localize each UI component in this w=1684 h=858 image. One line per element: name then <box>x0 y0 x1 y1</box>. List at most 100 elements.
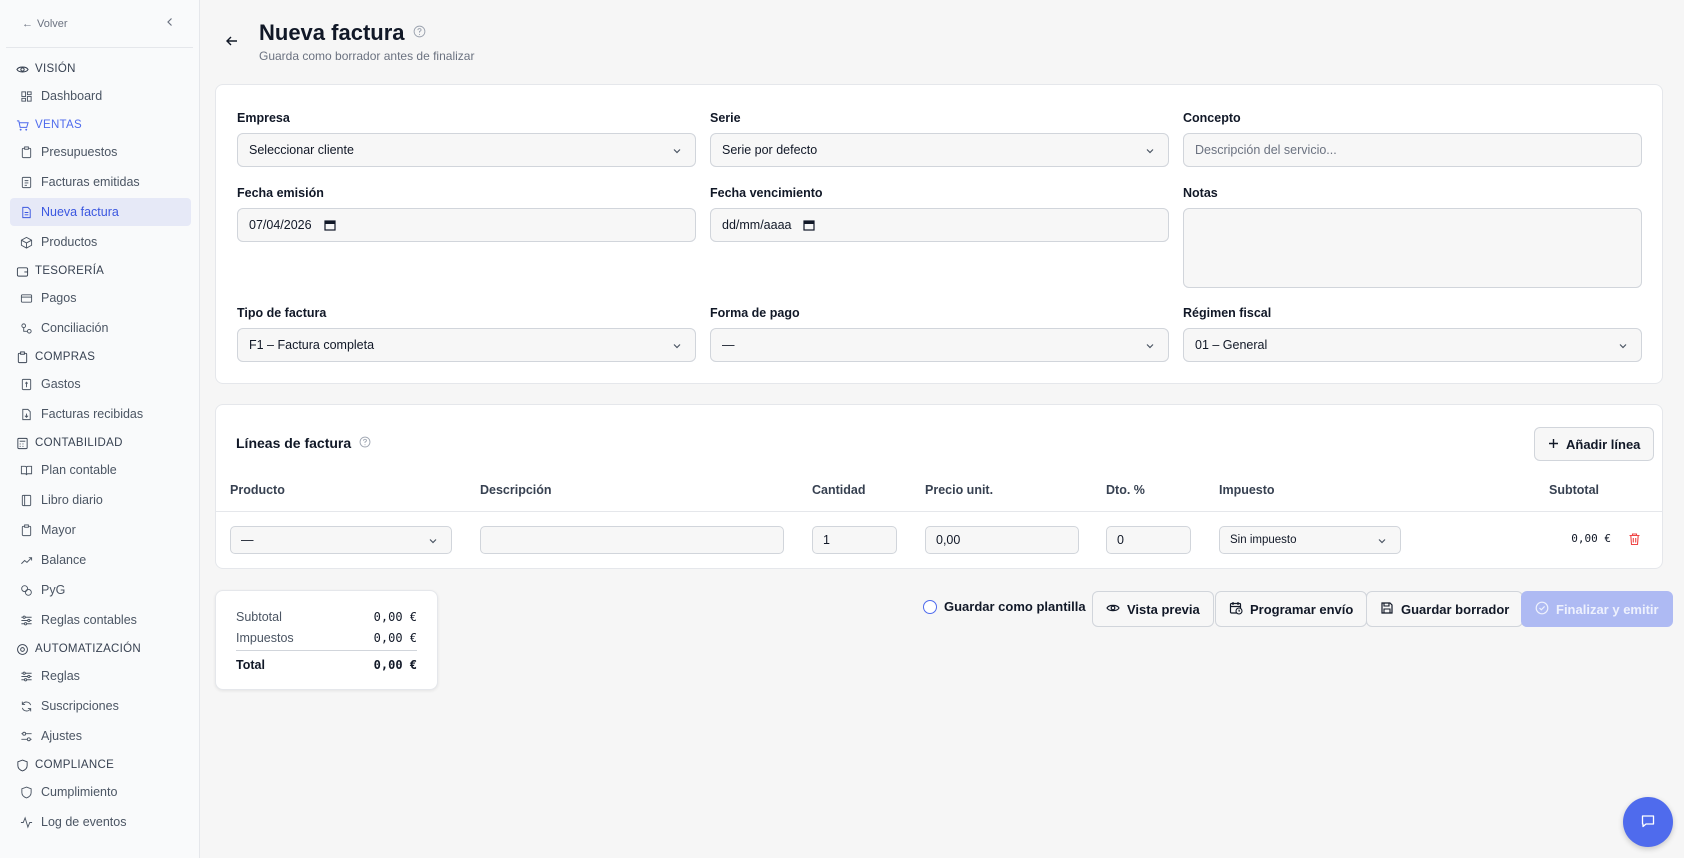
arrow-left-icon: ← <box>22 17 33 30</box>
empresa-select[interactable]: Seleccionar cliente <box>237 133 696 167</box>
sidebar-item-reglas[interactable]: Reglas <box>10 662 191 690</box>
file-icon <box>20 408 33 421</box>
notas-textarea[interactable] <box>1183 208 1642 288</box>
help-icon[interactable] <box>359 435 371 451</box>
lines-title: Líneas de factura <box>236 435 371 451</box>
sidebar-item-gastos[interactable]: Gastos <box>10 370 191 398</box>
check-circle-icon <box>1535 601 1549 618</box>
schedule-send-button[interactable]: Programar envío <box>1215 591 1368 627</box>
chevron-down-icon <box>1378 539 1386 544</box>
plus-icon <box>1548 437 1559 452</box>
bot-icon <box>16 643 29 656</box>
shield-icon <box>20 786 33 799</box>
section-tesoreria: TESORERÍA <box>0 258 199 284</box>
serie-select[interactable]: Serie por defecto <box>710 133 1169 167</box>
sidebar-item-mayor[interactable]: Mayor <box>10 516 191 544</box>
forma-pago-label: Forma de pago <box>710 306 800 320</box>
calendar-icon[interactable] <box>803 219 816 231</box>
section-vision: VISIÓN <box>0 56 199 82</box>
section-compras: COMPRAS <box>0 344 199 370</box>
save-draft-button[interactable]: Guardar borrador <box>1366 591 1524 627</box>
book-icon <box>20 464 33 477</box>
forma-pago-select[interactable]: — <box>710 328 1169 362</box>
sidebar-item-facturas-emitidas[interactable]: Facturas emitidas <box>10 168 191 196</box>
link-icon <box>20 322 33 335</box>
save-as-template-checkbox[interactable]: Guardar como plantilla <box>923 599 1086 614</box>
section-automatizacion: AUTOMATIZACIÓN <box>0 636 199 662</box>
document-icon <box>20 206 33 219</box>
notebook-icon <box>20 494 33 507</box>
concepto-input[interactable]: Descripción del servicio... <box>1183 133 1642 167</box>
preview-button[interactable]: Vista previa <box>1092 591 1214 627</box>
collapse-sidebar-icon[interactable] <box>165 17 175 30</box>
help-icon[interactable] <box>413 25 426 41</box>
card-icon <box>20 292 33 305</box>
notas-label: Notas <box>1183 186 1218 200</box>
totals-total-row: Total 0,00 € <box>236 650 417 675</box>
total-value: 0,00 € <box>373 658 417 672</box>
tipo-factura-label: Tipo de factura <box>237 306 327 320</box>
dto-input[interactable]: 0 <box>1106 526 1191 554</box>
main-content: Nueva factura Guarda como borrador antes… <box>201 0 1684 858</box>
invoice-form-card: Empresa Seleccionar cliente Serie Serie … <box>215 84 1663 384</box>
table-header-divider <box>216 511 1662 512</box>
tipo-factura-select[interactable]: F1 – Factura completa <box>237 328 696 362</box>
coins-icon <box>20 584 33 597</box>
sidebar-item-nueva-factura[interactable]: Nueva factura <box>10 198 191 226</box>
column-header-precio-unit: Precio unit. <box>925 483 994 497</box>
column-header-producto: Producto <box>230 483 285 497</box>
chevron-down-icon <box>1619 344 1627 349</box>
regimen-fiscal-select[interactable]: 01 – General <box>1183 328 1642 362</box>
sidebar-item-reglas-contables[interactable]: Reglas contables <box>10 606 191 634</box>
settings-icon <box>20 730 33 743</box>
add-line-button[interactable]: Añadir línea <box>1534 427 1655 461</box>
producto-select[interactable]: — <box>230 526 452 554</box>
fecha-vencimiento-input[interactable]: dd/mm/aaaa <box>710 208 1169 242</box>
column-header-impuesto: Impuesto <box>1219 483 1275 497</box>
receipt-icon <box>20 378 33 391</box>
column-header-descripcion: Descripción <box>480 483 552 497</box>
section-ventas: VENTAS <box>0 112 199 138</box>
invoice-lines-card: Líneas de factura Añadir línea Producto … <box>215 404 1663 569</box>
impuesto-select[interactable]: Sin impuesto <box>1219 526 1401 554</box>
cart-icon <box>16 119 29 132</box>
finalize-button[interactable]: Finalizar y emitir <box>1521 591 1673 627</box>
chevron-down-icon <box>1146 149 1154 154</box>
sidebar-nav: VISIÓN Dashboard VENTAS Presupuestos Fac… <box>0 48 199 836</box>
sidebar-item-conciliacion[interactable]: Conciliación <box>10 314 191 342</box>
sidebar-item-dashboard[interactable]: Dashboard <box>10 82 191 110</box>
sidebar-item-productos[interactable]: Productos <box>10 228 191 256</box>
back-label: Volver <box>37 17 68 30</box>
chevron-down-icon <box>1146 344 1154 349</box>
shield-icon <box>16 759 29 772</box>
eye-icon <box>16 63 29 76</box>
totals-impuestos-row: Impuestos 0,00 € <box>236 630 417 645</box>
sidebar-item-cumplimiento[interactable]: Cumplimiento <box>10 778 191 806</box>
arrow-left-icon[interactable] <box>225 34 241 50</box>
calendar-icon[interactable] <box>323 219 336 231</box>
radio-circle[interactable] <box>923 599 937 614</box>
fecha-emision-input[interactable]: 07/04/2026 <box>237 208 696 242</box>
impuestos-value: 0,00 € <box>373 630 417 645</box>
chat-launcher-button[interactable] <box>1623 797 1673 847</box>
trash-icon[interactable] <box>1628 532 1641 549</box>
precio-unit-input[interactable]: 0,00 <box>925 526 1079 554</box>
cantidad-input[interactable]: 1 <box>812 526 897 554</box>
sidebar-item-presupuestos[interactable]: Presupuestos <box>10 138 191 166</box>
sidebar-item-log-de-eventos[interactable]: Log de eventos <box>10 808 191 836</box>
back-link[interactable]: ← Volver <box>22 18 68 30</box>
sidebar-header: ← Volver <box>6 0 193 48</box>
sidebar-item-balance[interactable]: Balance <box>10 546 191 574</box>
sidebar-item-pagos[interactable]: Pagos <box>10 284 191 312</box>
descripcion-input[interactable] <box>480 526 784 554</box>
sidebar-item-libro-diario[interactable]: Libro diario <box>10 486 191 514</box>
package-icon <box>20 236 33 249</box>
action-bar: Guardar como plantilla Vista previa Prog… <box>201 591 1684 627</box>
sidebar-item-pyg[interactable]: PyG <box>10 576 191 604</box>
sidebar-item-ajustes[interactable]: Ajustes <box>10 722 191 750</box>
empresa-label: Empresa <box>237 111 290 125</box>
sidebar-item-suscripciones[interactable]: Suscripciones <box>10 692 191 720</box>
sidebar-item-facturas-recibidas[interactable]: Facturas recibidas <box>10 400 191 428</box>
sidebar-item-plan-contable[interactable]: Plan contable <box>10 456 191 484</box>
regimen-fiscal-label: Régimen fiscal <box>1183 306 1272 320</box>
